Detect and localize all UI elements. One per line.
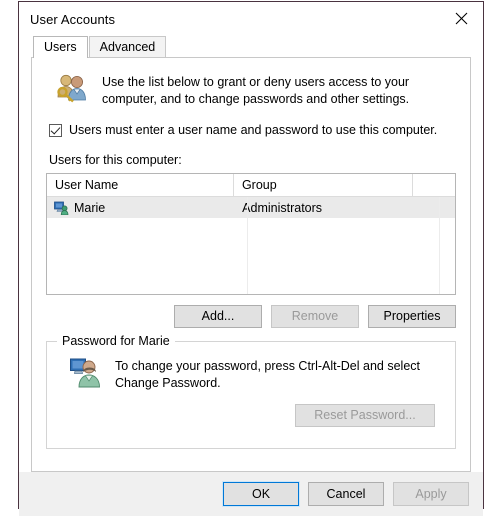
tab-users-label: Users	[44, 40, 77, 54]
apply-button: Apply	[393, 482, 469, 506]
listview-header: User Name Group	[47, 174, 455, 197]
list-actions-row: Add... Remove Properties	[46, 305, 456, 328]
column-divider-1	[247, 197, 248, 294]
password-group-box: Password for Marie To change your passwo…	[46, 334, 456, 449]
users-key-icon	[54, 72, 88, 104]
screen: User Accounts Users Advanced Use the lis…	[0, 0, 500, 521]
tab-advanced-label: Advanced	[99, 40, 156, 54]
require-login-checkbox[interactable]	[49, 123, 62, 137]
tab-users[interactable]: Users	[33, 36, 88, 58]
password-group-legend: Password for Marie	[57, 334, 175, 348]
title-bar: User Accounts	[19, 2, 483, 36]
require-login-checkbox-row[interactable]: Users must enter a user name and passwor…	[46, 123, 456, 137]
user-monitor-icon	[69, 356, 101, 388]
close-button[interactable]	[439, 2, 483, 34]
cell-group: Administrators	[242, 200, 323, 215]
ok-button[interactable]: OK	[222, 481, 300, 507]
add-button[interactable]: Add...	[174, 305, 262, 328]
table-row[interactable]: Marie Administrators	[47, 197, 455, 218]
column-divider-2	[439, 197, 440, 294]
users-listview[interactable]: User Name Group Marie Administrators	[46, 173, 456, 295]
remove-button: Remove	[271, 305, 359, 328]
users-tab-panel: Use the list below to grant or deny user…	[31, 57, 471, 472]
tab-strip: Users Advanced	[33, 36, 471, 58]
close-icon	[455, 12, 468, 25]
require-login-label: Users must enter a user name and passwor…	[69, 123, 438, 137]
password-info-row: To change your password, press Ctrl-Alt-…	[59, 356, 443, 392]
reset-password-button: Reset Password...	[295, 404, 435, 427]
password-info-text: To change your password, press Ctrl-Alt-…	[115, 359, 420, 390]
description-row: Use the list below to grant or deny user…	[46, 72, 456, 108]
window-title: User Accounts	[30, 11, 116, 27]
tab-advanced[interactable]: Advanced	[88, 36, 167, 57]
properties-button[interactable]: Properties	[368, 305, 456, 328]
user-accounts-dialog: User Accounts Users Advanced Use the lis…	[18, 1, 484, 516]
user-account-icon	[54, 201, 69, 215]
cell-user-name-text: Marie	[74, 200, 106, 215]
cell-user-name: Marie	[47, 201, 234, 215]
reset-password-row: Reset Password...	[59, 404, 443, 427]
dialog-body: Users Advanced Use the list below to gra…	[19, 36, 483, 472]
description-text: Use the list below to grant or deny user…	[102, 75, 410, 106]
dialog-footer: OK Cancel Apply	[19, 472, 483, 516]
column-header-group[interactable]: Group	[234, 174, 414, 196]
users-list-label: Users for this computer:	[49, 153, 182, 167]
column-header-user-name[interactable]: User Name	[47, 174, 234, 196]
column-header-extra[interactable]	[413, 174, 455, 196]
cancel-button[interactable]: Cancel	[308, 482, 384, 506]
